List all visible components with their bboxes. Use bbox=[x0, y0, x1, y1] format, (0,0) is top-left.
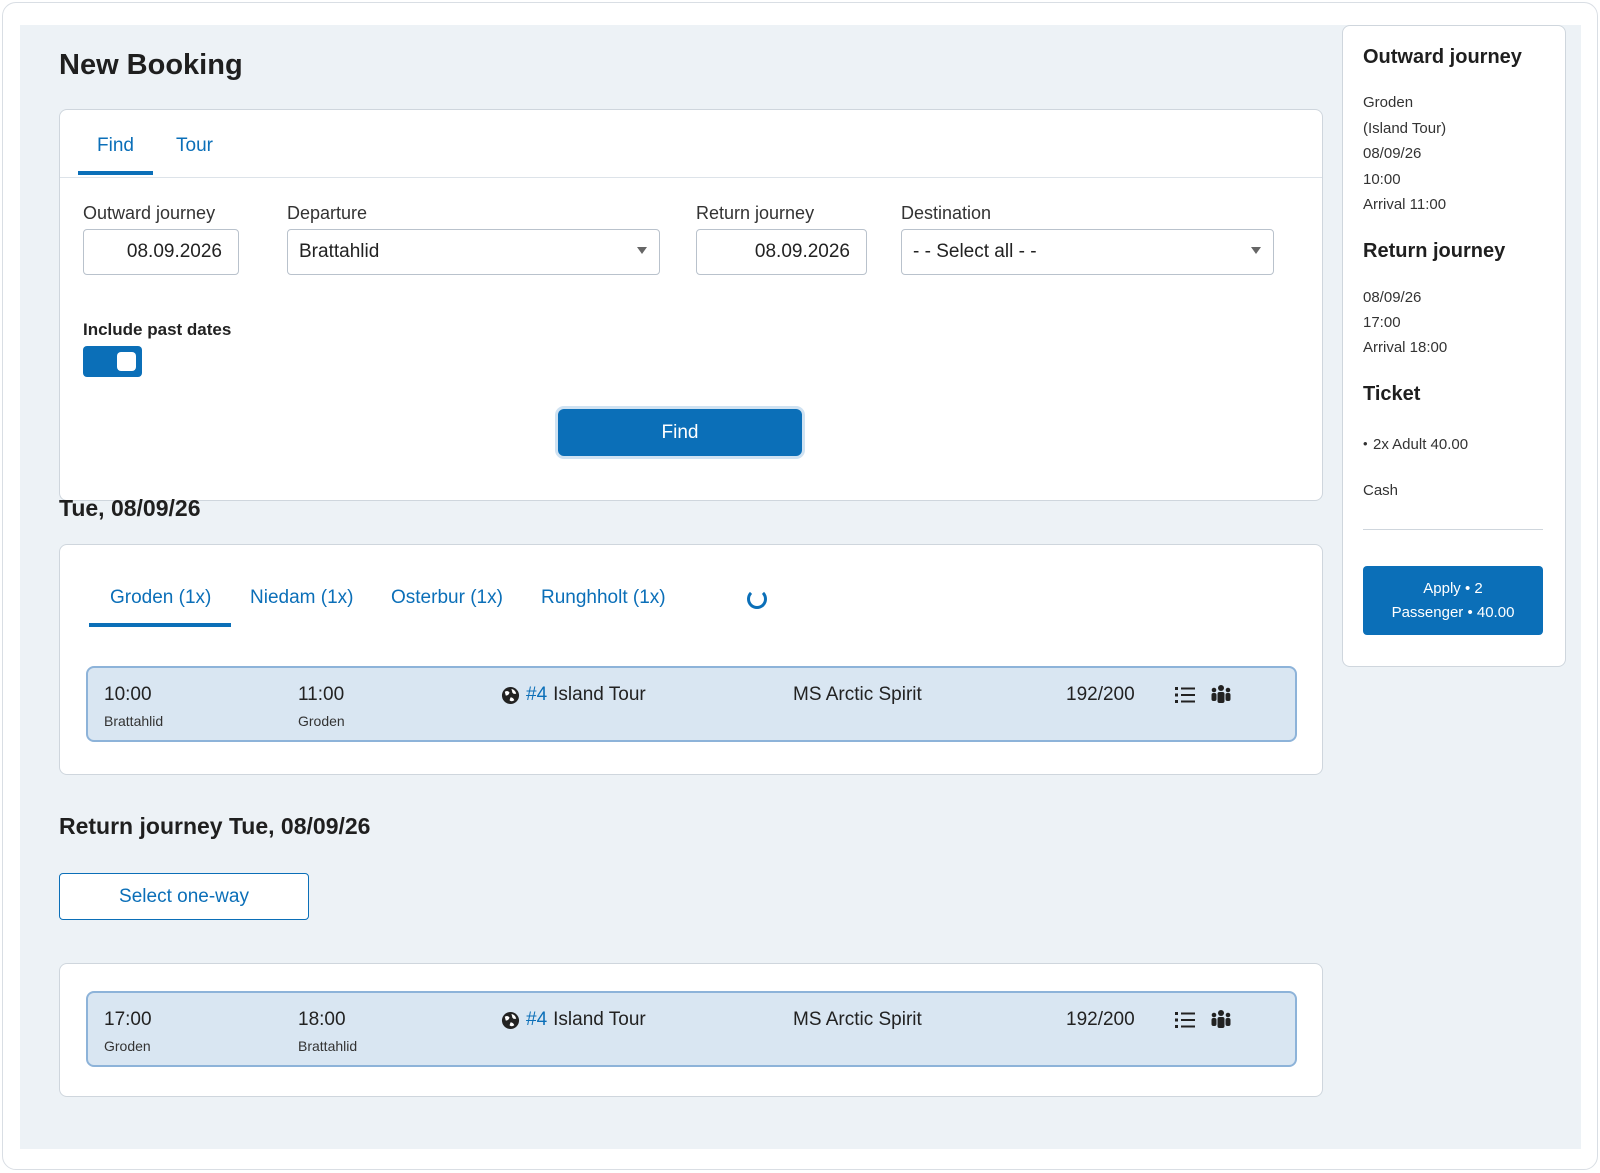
return-results-card: 17:00 Groden 18:00 Brattahlid #4 Island … bbox=[59, 963, 1323, 1097]
route-tab-groden[interactable]: Groden (1x) bbox=[88, 587, 232, 627]
outward-trip-row[interactable]: 10:00 Brattahlid 11:00 Groden #4 Island … bbox=[86, 666, 1297, 742]
main-canvas: New Booking Find Tour Outward journey 08… bbox=[20, 25, 1581, 1149]
list-icon[interactable] bbox=[1174, 684, 1196, 706]
summary-ticket-item: 2x Adult 40.00 bbox=[1363, 436, 1468, 453]
tour-name: Island Tour bbox=[553, 1009, 646, 1030]
depart-time: 10:00 bbox=[104, 684, 152, 705]
summary-outward-line: 08/09/26 bbox=[1363, 145, 1422, 162]
tour-number-link[interactable]: #4 bbox=[526, 684, 547, 706]
destination-select[interactable]: - - Select all - - bbox=[901, 229, 1274, 275]
depart-place: Brattahlid bbox=[104, 713, 164, 729]
summary-divider bbox=[1363, 529, 1543, 530]
apply-line-2: Passenger • 40.00 bbox=[1391, 603, 1515, 621]
globe-icon bbox=[501, 686, 520, 704]
route-tab-niedam[interactable]: Niedam (1x) bbox=[250, 587, 353, 609]
return-trip-row[interactable]: 17:00 Groden 18:00 Brattahlid #4 Island … bbox=[86, 991, 1297, 1067]
summary-ticket-heading: Ticket bbox=[1363, 383, 1421, 405]
include-past-dates-toggle[interactable] bbox=[83, 346, 142, 377]
apply-button[interactable]: Apply • 2 Passenger • 40.00 bbox=[1363, 566, 1543, 635]
departure-label: Departure bbox=[287, 203, 368, 223]
list-icon[interactable] bbox=[1174, 1009, 1196, 1031]
summary-outward-line: 10:00 bbox=[1363, 171, 1401, 188]
find-button[interactable]: Find bbox=[558, 409, 802, 456]
return-journey-label: Return journey bbox=[696, 203, 815, 223]
summary-return-line: Arrival 18:00 bbox=[1363, 339, 1448, 356]
tab-tour[interactable]: Tour bbox=[176, 135, 213, 157]
summary-outward-heading: Outward journey bbox=[1363, 46, 1522, 68]
depart-time: 17:00 bbox=[104, 1009, 152, 1030]
departure-value: Brattahlid bbox=[299, 241, 380, 262]
outward-results-card: Groden (1x) Niedam (1x) Osterbur (1x) Ru… bbox=[59, 544, 1323, 775]
return-date-heading: Return journey Tue, 08/09/26 bbox=[59, 813, 371, 839]
tour-name: Island Tour bbox=[553, 684, 646, 705]
outward-date-heading: Tue, 08/09/26 bbox=[59, 495, 201, 521]
tour-number-link[interactable]: #4 bbox=[526, 1009, 547, 1031]
ship-name: MS Arctic Spirit bbox=[793, 1009, 922, 1030]
departure-select[interactable]: Brattahlid bbox=[287, 229, 660, 275]
summary-return-heading: Return journey bbox=[1363, 240, 1506, 262]
arrive-place: Groden bbox=[298, 713, 345, 729]
return-date-input[interactable]: 08.09.2026 bbox=[696, 229, 867, 275]
outward-journey-label: Outward journey bbox=[83, 203, 216, 223]
depart-place: Groden bbox=[104, 1038, 151, 1054]
tab-find[interactable]: Find bbox=[78, 135, 153, 175]
apply-line-1: Apply • 2 bbox=[1423, 579, 1483, 597]
tour-info: #4 Island Tour bbox=[501, 1009, 646, 1031]
route-tab-rungholt[interactable]: Runghholt (1x) bbox=[541, 587, 666, 609]
capacity: 192/200 bbox=[1066, 1009, 1135, 1030]
summary-return-line: 17:00 bbox=[1363, 314, 1401, 331]
search-tabs: Find Tour bbox=[60, 110, 1322, 178]
capacity: 192/200 bbox=[1066, 684, 1135, 705]
chevron-down-icon bbox=[1251, 247, 1261, 254]
select-one-way-button[interactable]: Select one-way bbox=[59, 873, 309, 920]
tour-info: #4 Island Tour bbox=[501, 684, 646, 706]
arrive-time: 11:00 bbox=[298, 684, 345, 705]
summary-payment: Cash bbox=[1363, 482, 1399, 499]
outward-date-input[interactable]: 08.09.2026 bbox=[83, 229, 239, 275]
chevron-down-icon bbox=[637, 247, 647, 254]
summary-return-line: 08/09/26 bbox=[1363, 289, 1422, 306]
include-past-dates-label: Include past dates bbox=[83, 320, 232, 339]
summary-outward-line: Groden bbox=[1363, 94, 1414, 111]
arrive-time: 18:00 bbox=[298, 1009, 346, 1030]
search-card: Find Tour Outward journey 08.09.2026 Dep… bbox=[59, 109, 1323, 501]
outward-date-value: 08.09.2026 bbox=[126, 241, 222, 262]
loading-spinner-icon bbox=[747, 589, 767, 609]
toggle-knob bbox=[117, 352, 136, 371]
arrive-place: Brattahlid bbox=[298, 1038, 358, 1054]
summary-outward-line: Arrival 11:00 bbox=[1363, 196, 1447, 213]
return-date-value: 08.09.2026 bbox=[754, 241, 850, 262]
route-tab-osterbur[interactable]: Osterbur (1x) bbox=[391, 587, 503, 609]
summary-outward-line: (Island Tour) bbox=[1363, 120, 1447, 137]
booking-summary-panel: Outward journey Groden (Island Tour) 08/… bbox=[1342, 25, 1566, 667]
ship-name: MS Arctic Spirit bbox=[793, 684, 922, 705]
destination-value: - - Select all - - bbox=[913, 241, 1037, 262]
passengers-icon[interactable] bbox=[1210, 1009, 1232, 1031]
destination-label: Destination bbox=[901, 203, 992, 223]
page-title: New Booking bbox=[59, 49, 243, 81]
globe-icon bbox=[501, 1011, 520, 1029]
passengers-icon[interactable] bbox=[1210, 684, 1232, 706]
